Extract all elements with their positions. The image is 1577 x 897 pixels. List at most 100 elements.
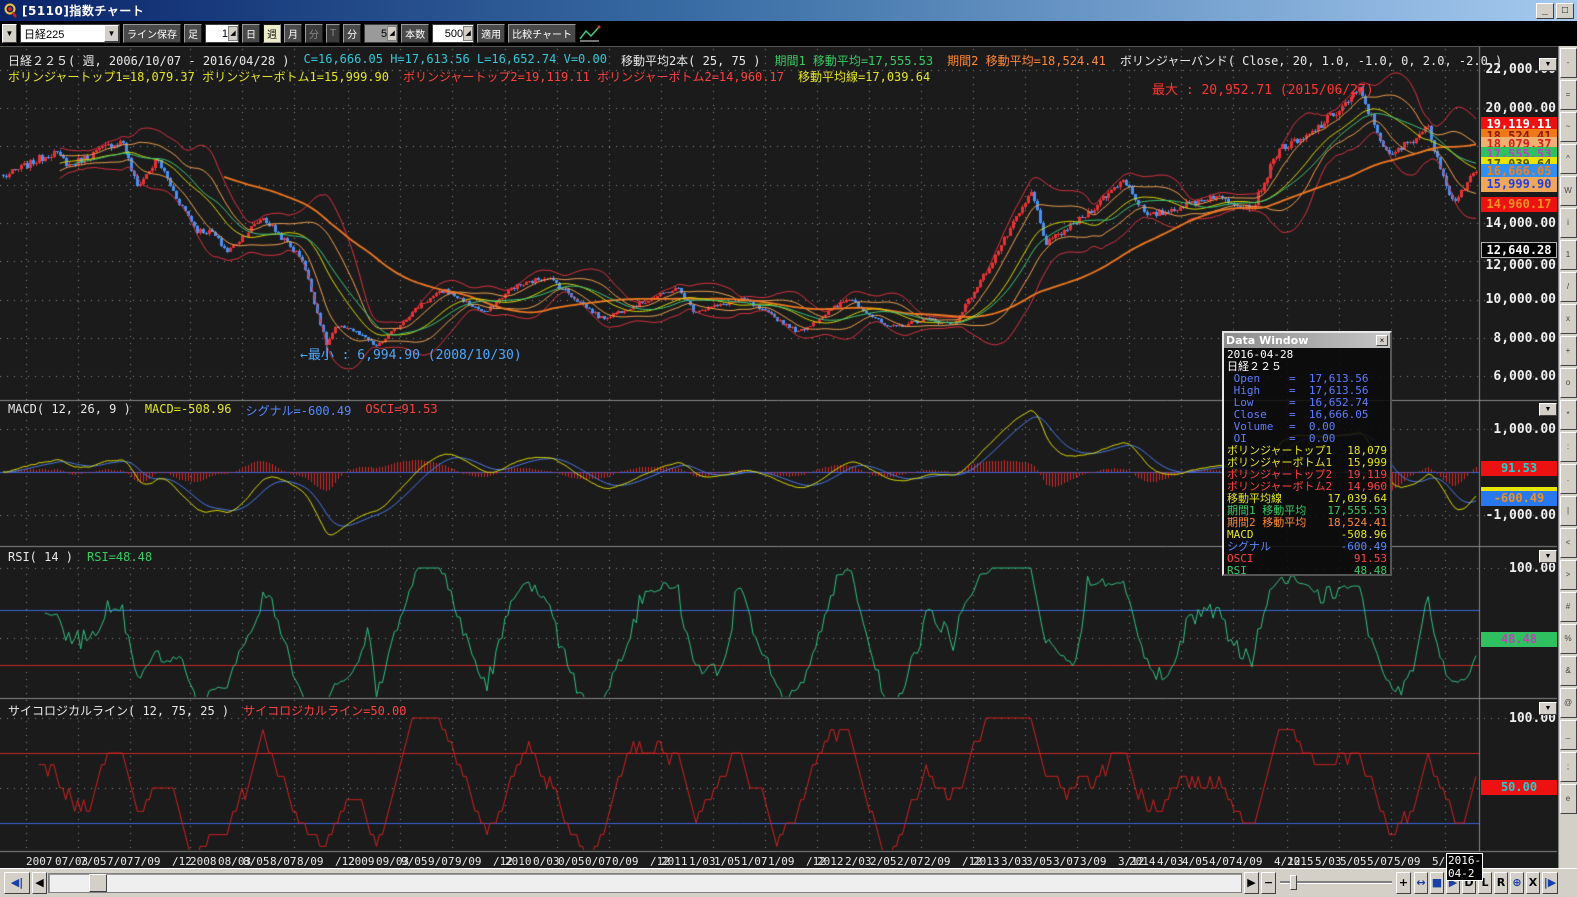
- axis-scale-dropdown[interactable]: ▼: [1539, 702, 1557, 715]
- date-tick-label: 2012: [817, 855, 844, 868]
- indicator-value-label: -600.49: [1481, 491, 1557, 506]
- period-week-button[interactable]: 週: [263, 24, 281, 43]
- count-field[interactable]: ◢: [432, 24, 474, 43]
- axis-scale-dropdown[interactable]: ▼: [1539, 58, 1557, 71]
- axis-scale-dropdown[interactable]: ▼: [1539, 550, 1557, 563]
- scrollbar-thumb[interactable]: [89, 874, 107, 892]
- right-tool-button[interactable]: =: [1560, 80, 1577, 110]
- right-tool-button[interactable]: W: [1560, 176, 1577, 206]
- indicator-value-label: 15,999.90: [1481, 177, 1557, 192]
- date-tick-label: 5/03: [1315, 855, 1342, 868]
- right-tool-button[interactable]: %: [1560, 624, 1577, 654]
- date-tick-label: 4/07: [1209, 855, 1236, 868]
- horizontal-scrollbar[interactable]: [48, 873, 1242, 893]
- data-window-titlebar[interactable]: Data Window ×: [1224, 333, 1390, 348]
- date-tick-label: 0/07: [585, 855, 612, 868]
- maximize-button[interactable]: □: [1556, 3, 1574, 19]
- date-tick-label: 5/07: [1367, 855, 1394, 868]
- right-tool-button[interactable]: ;: [1560, 752, 1577, 782]
- window-title: [5110]指数チャート: [22, 2, 144, 19]
- right-tool-button[interactable]: |: [1560, 496, 1577, 526]
- right-axis-button[interactable]: R: [1494, 872, 1508, 894]
- date-tick-label: 2/07: [897, 855, 924, 868]
- bar-interval-input[interactable]: [206, 26, 228, 41]
- zoom-in-button[interactable]: +: [1396, 872, 1411, 894]
- right-tool-button[interactable]: /: [1560, 272, 1577, 302]
- stop-button[interactable]: ■: [1430, 872, 1444, 894]
- zoom-slider[interactable]: [1280, 881, 1392, 884]
- axis-scale-dropdown[interactable]: ▼: [1539, 403, 1557, 416]
- magnifier-icon[interactable]: ⊕: [1510, 872, 1524, 894]
- scroll-right-button[interactable]: ▶: [1244, 872, 1259, 894]
- right-tool-button[interactable]: *: [1560, 400, 1577, 430]
- spinner-icon[interactable]: ◢: [228, 26, 238, 41]
- date-tick-label: 4/05: [1182, 855, 1209, 868]
- right-tool-button[interactable]: @: [1560, 688, 1577, 718]
- right-tool-button[interactable]: -: [1560, 48, 1577, 78]
- right-tool-button[interactable]: :: [1560, 432, 1577, 462]
- chevron-down-icon[interactable]: ▼: [104, 25, 119, 42]
- pan-mode-button[interactable]: ↔: [1414, 872, 1428, 894]
- date-tick-label: /12: [172, 855, 192, 868]
- minute-input[interactable]: [365, 26, 387, 41]
- period-month-button[interactable]: 月: [284, 24, 302, 43]
- right-tool-button[interactable]: #: [1560, 592, 1577, 622]
- title-bar[interactable]: [5110]指数チャート _ □: [0, 0, 1577, 21]
- main-toolbar: ▼ 日経225 ▼ ライン保存 足 ◢ 日 週 月 分 T 分 ◢ 本数 ◢ 適…: [0, 21, 1577, 46]
- scroll-left-button[interactable]: ◀: [32, 872, 47, 894]
- right-tool-button[interactable]: e: [1560, 784, 1577, 814]
- info-segment: ボリンジャートップ2=19,119.11 ボリンジャーボトム2=14,960.1…: [403, 68, 784, 85]
- rsi-info-line: RSI( 14 )RSI=48.48: [8, 550, 152, 564]
- minute-label: 分: [343, 24, 361, 43]
- date-tick-label: 4/03: [1157, 855, 1184, 868]
- symbol-combobox[interactable]: 日経225 ▼: [20, 24, 120, 43]
- right-tool-button[interactable]: o: [1560, 368, 1577, 398]
- trendline-icon[interactable]: [579, 25, 601, 43]
- compare-chart-button[interactable]: 比較チャート: [508, 24, 576, 43]
- right-tool-button[interactable]: &: [1560, 656, 1577, 686]
- zoom-slider-thumb[interactable]: [1290, 875, 1297, 890]
- apply-button[interactable]: 適用: [477, 24, 505, 43]
- first-page-button[interactable]: ◀|: [4, 872, 30, 894]
- spinner-icon[interactable]: ◢: [387, 26, 397, 41]
- count-input[interactable]: [433, 26, 463, 41]
- right-tool-button[interactable]: <: [1560, 528, 1577, 558]
- axis-tick-label: 10,000.00: [1482, 292, 1556, 307]
- save-line-button[interactable]: ライン保存: [123, 24, 181, 43]
- close-icon[interactable]: ×: [1376, 335, 1388, 346]
- info-segment: OSCI=91.53: [365, 402, 437, 419]
- period-day-button[interactable]: 日: [242, 24, 260, 43]
- right-tool-button[interactable]: x: [1560, 304, 1577, 334]
- right-tool-button[interactable]: >: [1560, 560, 1577, 590]
- data-window[interactable]: Data Window × 2016-04-28 日経２２５ Open= 17,…: [1222, 331, 1392, 576]
- last-page-button[interactable]: |▶: [1542, 872, 1558, 894]
- info-segment: シグナル=-600.49: [246, 402, 352, 419]
- min-annotation: ←最小 : 6,994.90 (2008/10/30): [300, 344, 522, 363]
- spinner-icon[interactable]: ◢: [463, 26, 473, 41]
- right-tool-button[interactable]: i: [1560, 208, 1577, 238]
- right-tool-button[interactable]: +: [1560, 336, 1577, 366]
- axis-tick-label: 12,000.00: [1482, 258, 1556, 273]
- psych-info-line: サイコロジカルライン( 12, 75, 25 )サイコロジカルライン=50.00: [8, 702, 407, 719]
- symbol-history-dropdown[interactable]: ▼: [2, 24, 17, 43]
- app-icon: [3, 3, 18, 18]
- right-tool-button[interactable]: .: [1560, 464, 1577, 494]
- right-tool-button[interactable]: ~: [1560, 112, 1577, 142]
- close-chart-button[interactable]: X: [1526, 872, 1540, 894]
- right-tool-button[interactable]: _: [1560, 720, 1577, 750]
- date-tick-label: 1/03: [689, 855, 716, 868]
- period-tick-button[interactable]: T: [326, 24, 340, 43]
- date-tick-label: 2/05: [870, 855, 897, 868]
- minimize-button[interactable]: _: [1536, 3, 1554, 19]
- minute-field[interactable]: ◢: [364, 24, 398, 43]
- data-window-body: 2016-04-28 日経２２５ Open= 17,613.56 High= 1…: [1224, 348, 1390, 578]
- zoom-out-button[interactable]: −: [1261, 872, 1276, 894]
- date-tick-label: 1/05: [714, 855, 741, 868]
- period-minute-button[interactable]: 分: [305, 24, 323, 43]
- bar-interval-field[interactable]: ◢: [205, 24, 239, 43]
- info-segment: MACD( 12, 26, 9 ): [8, 402, 131, 419]
- right-tool-button[interactable]: ^: [1560, 144, 1577, 174]
- axis-tick-label: 8,000.00: [1482, 331, 1556, 346]
- right-tool-button[interactable]: 1: [1560, 240, 1577, 270]
- date-tick-label: 2011: [661, 855, 688, 868]
